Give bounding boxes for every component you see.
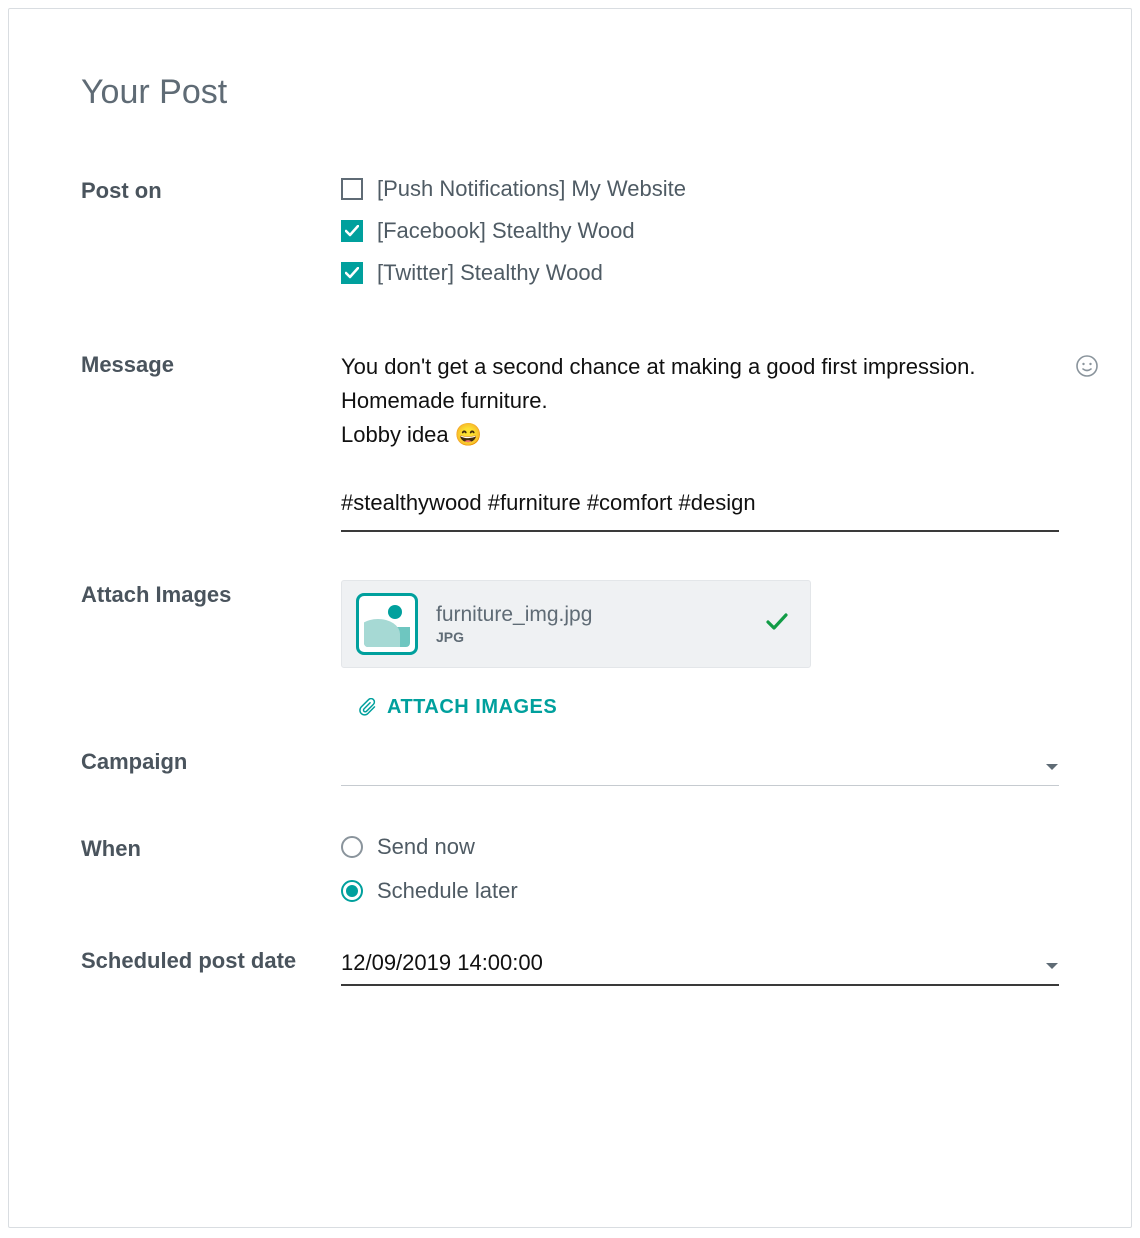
when-row: When Send now Schedule later bbox=[81, 834, 1059, 922]
when-label: When bbox=[81, 834, 341, 862]
when-option-send-now[interactable]: Send now bbox=[341, 834, 1059, 860]
post-form-panel: Your Post Post on [Push Notifications] M… bbox=[8, 8, 1132, 1228]
scheduled-date-value: 12/09/2019 14:00:00 bbox=[341, 950, 1045, 976]
message-label: Message bbox=[81, 350, 341, 378]
dropdown-caret-icon bbox=[1045, 950, 1059, 976]
checkbox-checked-icon bbox=[341, 262, 363, 284]
radio-selected-icon bbox=[341, 880, 363, 902]
scheduled-date-label: Scheduled post date bbox=[81, 946, 341, 974]
attach-images-field: furniture_img.jpg JPG ATTACH IMAGES bbox=[341, 580, 1059, 723]
checkbox-checked-icon bbox=[341, 220, 363, 242]
attachment-thumbnail bbox=[356, 593, 418, 655]
attachment-filename: furniture_img.jpg bbox=[436, 603, 766, 627]
attachment-info: furniture_img.jpg JPG bbox=[436, 603, 766, 645]
campaign-label: Campaign bbox=[81, 747, 341, 775]
image-icon bbox=[364, 601, 410, 647]
smile-icon bbox=[1075, 354, 1099, 378]
when-option-label: Send now bbox=[377, 834, 475, 860]
when-options: Send now Schedule later bbox=[341, 834, 1059, 922]
post-on-options: [Push Notifications] My Website [Faceboo… bbox=[341, 176, 1059, 302]
post-on-option-push[interactable]: [Push Notifications] My Website bbox=[341, 176, 1059, 202]
post-on-option-twitter[interactable]: [Twitter] Stealthy Wood bbox=[341, 260, 1059, 286]
emoji-picker-button[interactable] bbox=[1075, 354, 1099, 383]
attach-images-button-label: ATTACH IMAGES bbox=[387, 696, 557, 719]
post-on-option-label: [Push Notifications] My Website bbox=[377, 176, 686, 202]
attachment-filetype: JPG bbox=[436, 629, 766, 645]
when-option-schedule-later[interactable]: Schedule later bbox=[341, 878, 1059, 904]
post-on-row: Post on [Push Notifications] My Website … bbox=[81, 176, 1059, 302]
dropdown-caret-icon bbox=[1045, 751, 1059, 777]
campaign-select[interactable] bbox=[341, 747, 1059, 786]
campaign-field bbox=[341, 747, 1059, 786]
when-option-label: Schedule later bbox=[377, 878, 518, 904]
message-field-wrap: You don't get a second chance at making … bbox=[341, 350, 1059, 532]
post-on-option-facebook[interactable]: [Facebook] Stealthy Wood bbox=[341, 218, 1059, 244]
campaign-row: Campaign bbox=[81, 747, 1059, 786]
message-row: Message You don't get a second chance at… bbox=[81, 350, 1059, 532]
attach-images-label: Attach Images bbox=[81, 580, 341, 608]
scheduled-date-input[interactable]: 12/09/2019 14:00:00 bbox=[341, 946, 1059, 986]
radio-unselected-icon bbox=[341, 836, 363, 858]
message-textarea[interactable]: You don't get a second chance at making … bbox=[341, 350, 1059, 532]
post-on-label: Post on bbox=[81, 176, 341, 204]
attach-images-row: Attach Images furniture_img.jpg JPG bbox=[81, 580, 1059, 723]
attach-images-button[interactable]: ATTACH IMAGES bbox=[359, 696, 557, 719]
scheduled-date-field: 12/09/2019 14:00:00 bbox=[341, 946, 1059, 986]
scheduled-date-row: Scheduled post date 12/09/2019 14:00:00 bbox=[81, 946, 1059, 986]
attachment-card[interactable]: furniture_img.jpg JPG bbox=[341, 580, 811, 668]
post-on-option-label: [Facebook] Stealthy Wood bbox=[377, 218, 635, 244]
check-icon bbox=[766, 613, 788, 636]
checkbox-unchecked-icon bbox=[341, 178, 363, 200]
paperclip-icon bbox=[359, 698, 379, 718]
post-on-option-label: [Twitter] Stealthy Wood bbox=[377, 260, 603, 286]
page-title: Your Post bbox=[81, 73, 1059, 112]
